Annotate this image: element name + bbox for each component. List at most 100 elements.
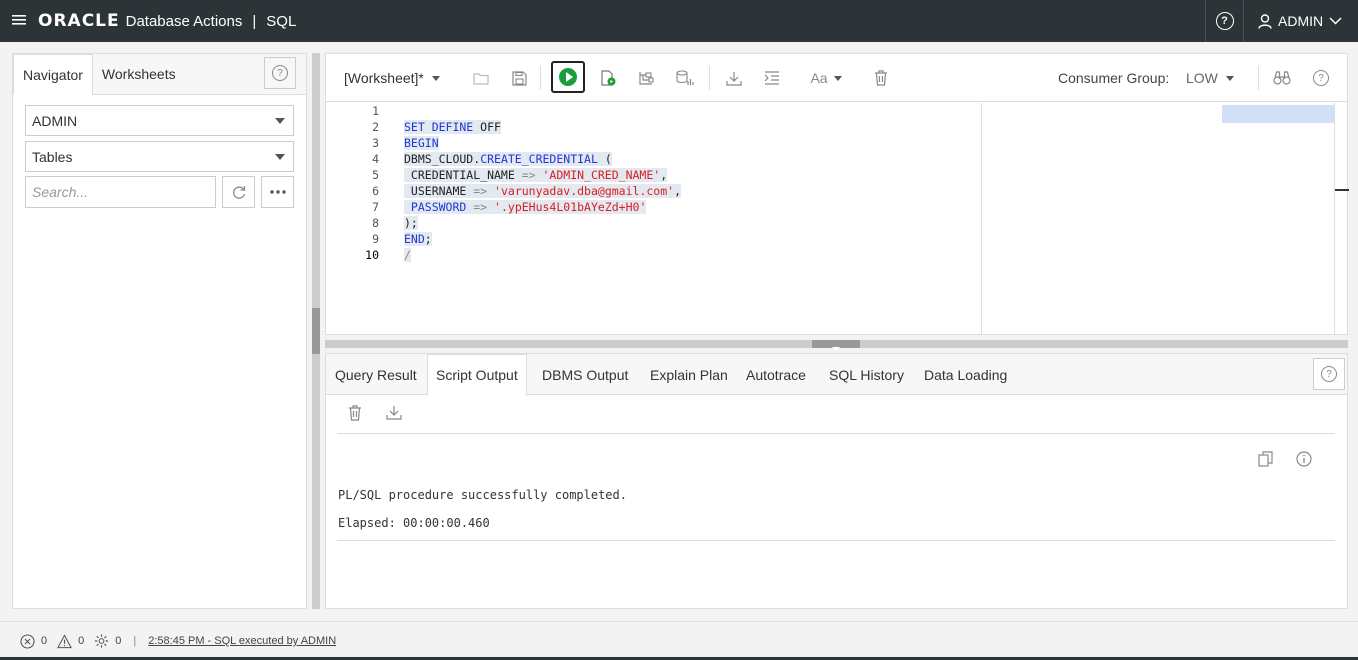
error-icon[interactable] [20, 633, 35, 649]
oracle-logo[interactable]: ORACLE [38, 11, 120, 31]
divider [337, 540, 1335, 541]
info-button[interactable] [1296, 451, 1312, 471]
code-line[interactable]: PASSWORD => '.ypEHus4L01bAYeZd+H0' [404, 199, 647, 215]
status-bar: 0 0 0 | 2:58:45 PM - SQL executed by ADM… [0, 621, 1358, 660]
scrollbar-marker [1335, 189, 1349, 191]
tab-sql-history[interactable]: SQL History [821, 354, 912, 395]
selection-highlight: END; [404, 232, 432, 246]
more-actions-button[interactable] [261, 176, 294, 208]
download-icon [726, 71, 742, 86]
tab-explain-plan[interactable]: Explain Plan [642, 354, 736, 395]
error-count: 0 [41, 635, 48, 647]
explain-plan-icon [639, 71, 654, 85]
caret-down-icon [275, 118, 285, 124]
code-line[interactable]: BEGIN [404, 135, 439, 151]
run-script-icon [601, 70, 616, 86]
run-script-button[interactable] [596, 66, 620, 90]
hamburger-menu-icon[interactable] [0, 0, 38, 42]
code-token: => [521, 168, 536, 182]
download-output-button[interactable] [386, 405, 402, 424]
code-line[interactable]: USERNAME => 'varunyadav.dba@gmail.com', [404, 183, 681, 199]
code-token: , [674, 184, 681, 198]
worksheet-name: [Worksheet]* [344, 70, 424, 86]
user-name: ADMIN [1278, 13, 1324, 29]
schema-select-value: ADMIN [32, 112, 78, 129]
binoculars-icon [1273, 71, 1291, 85]
horizontal-splitter[interactable] [325, 340, 1348, 351]
tab-data-loading[interactable]: Data Loading [916, 354, 1015, 395]
user-menu[interactable]: ADMIN [1243, 0, 1358, 42]
code-token: BEGIN [404, 136, 439, 150]
splitter-handle[interactable] [312, 308, 320, 354]
code-line[interactable]: / [404, 247, 411, 263]
code-line[interactable]: CREDENTIAL_NAME => 'ADMIN_CRED_NAME', [404, 167, 668, 183]
minimap-viewport[interactable] [1222, 105, 1334, 123]
code-line[interactable]: ); [404, 215, 418, 231]
schema-select[interactable]: ADMIN [25, 105, 294, 136]
worksheet-help-button[interactable]: ? [1309, 66, 1333, 90]
refresh-button[interactable] [222, 176, 255, 208]
text-case-button[interactable]: Aa [806, 66, 846, 90]
clear-output-button[interactable] [348, 405, 362, 425]
code-token: => [473, 200, 488, 214]
code-line[interactable]: DBMS_CLOUD.CREATE_CREDENTIAL ( [404, 151, 612, 167]
output-help-button[interactable]: ? [1313, 358, 1345, 390]
help-button[interactable]: ? [1205, 0, 1243, 42]
line-number: 2 [372, 120, 379, 134]
output-panel: Query Result Script Output DBMS Output E… [325, 353, 1348, 609]
caret-down-icon [1225, 75, 1234, 81]
code-token: 'varunyadav.dba@gmail.com' [494, 184, 675, 198]
download-icon [386, 406, 402, 420]
autotrace-button[interactable] [673, 66, 697, 90]
splitter-handle[interactable] [812, 340, 860, 351]
code-line[interactable]: END; [404, 231, 432, 247]
code-token: CREATE_CREDENTIAL [480, 152, 598, 166]
format-code-button[interactable] [760, 66, 784, 90]
section-name: SQL [266, 12, 297, 30]
explain-plan-button[interactable] [634, 66, 658, 90]
save-button[interactable] [507, 66, 531, 90]
gear-icon[interactable] [94, 634, 109, 649]
warning-icon[interactable] [57, 633, 73, 649]
run-statement-button[interactable] [551, 61, 585, 93]
open-folder-button[interactable] [469, 66, 493, 90]
consumer-group-label: Consumer Group: [1058, 70, 1170, 86]
navigator-panel: Navigator Worksheets ? ADMIN Tables Sear… [12, 53, 307, 609]
minimap[interactable] [981, 103, 1334, 335]
copy-output-button[interactable] [1258, 451, 1273, 471]
user-icon [1258, 13, 1272, 29]
last-action-link[interactable]: 2:58:45 PM - SQL executed by ADMIN [148, 635, 336, 647]
object-type-select[interactable]: Tables [25, 141, 294, 172]
worksheet-selector[interactable]: [Worksheet]* [344, 70, 440, 86]
status-separator: | [133, 635, 137, 647]
caret-down-icon [833, 75, 842, 81]
product-name: Database Actions [125, 12, 243, 30]
tab-autotrace[interactable]: Autotrace [738, 354, 814, 395]
code-line[interactable]: SET DEFINE OFF [404, 119, 501, 135]
editor-scrollbar[interactable] [1334, 103, 1349, 335]
tab-worksheets[interactable]: Worksheets [93, 54, 185, 94]
code-editor[interactable]: 1 2 3 4 5 6 7 8 9 10 SET DEFINE OFF BEGIN DBMS_CLOU… [326, 103, 981, 335]
navigator-help-button[interactable]: ? [264, 57, 296, 89]
download-button[interactable] [722, 66, 746, 90]
tab-dbms-output[interactable]: DBMS Output [534, 354, 636, 395]
selection-highlight: SET DEFINE OFF [404, 120, 501, 134]
search-input[interactable]: Search... [25, 176, 216, 208]
consumer-group-select[interactable]: LOW [1186, 70, 1234, 86]
tab-script-output[interactable]: Script Output [427, 354, 527, 396]
line-number: 4 [372, 152, 379, 166]
vertical-splitter[interactable] [312, 53, 320, 609]
tab-query-result[interactable]: Query Result [327, 354, 425, 395]
brand: ORACLE Database Actions | SQL [38, 11, 296, 31]
trash-icon [875, 70, 887, 86]
tab-navigator[interactable]: Navigator [13, 54, 93, 95]
selection-highlight: USERNAME => 'varunyadav.dba@gmail.com', [404, 184, 681, 198]
clear-button[interactable] [869, 66, 893, 90]
code-token: DBMS_CLOUD [404, 152, 474, 166]
find-button[interactable] [1270, 66, 1294, 90]
line-number: 5 [372, 168, 379, 182]
selection-highlight: ); [404, 216, 418, 230]
